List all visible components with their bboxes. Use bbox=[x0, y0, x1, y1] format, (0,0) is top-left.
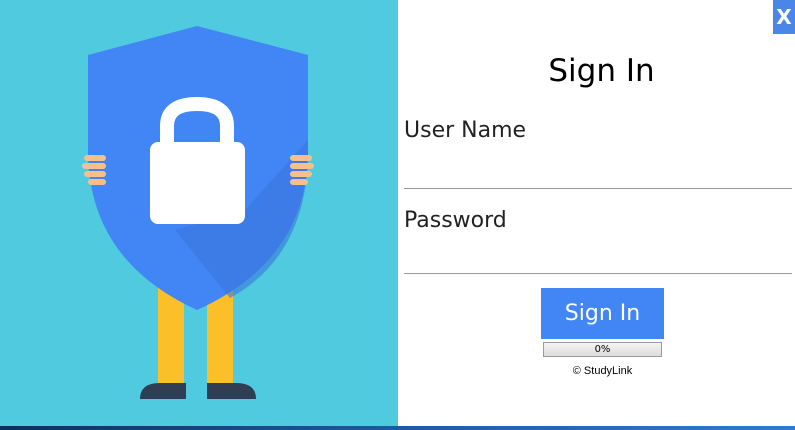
taskbar-strip bbox=[0, 426, 795, 430]
progress-bar: 0% bbox=[543, 342, 662, 357]
username-input[interactable] bbox=[404, 152, 792, 189]
left-shoe bbox=[140, 383, 186, 399]
page-title: Sign In bbox=[548, 53, 655, 89]
copyright-text: © StudyLink bbox=[572, 365, 633, 377]
password-input[interactable] bbox=[404, 237, 792, 274]
sign-in-button[interactable]: Sign In bbox=[541, 288, 664, 339]
shield-lock-illustration bbox=[82, 26, 314, 399]
progress-text: 0% bbox=[594, 344, 611, 355]
username-label: User Name bbox=[404, 118, 527, 143]
close-button[interactable]: X bbox=[773, 0, 795, 34]
security-illustration bbox=[0, 0, 398, 430]
password-label: Password bbox=[404, 208, 507, 233]
login-window: X Sign In User Name Password Sign In 0% … bbox=[0, 0, 795, 430]
lock-icon bbox=[150, 142, 245, 224]
right-shoe bbox=[207, 383, 256, 399]
